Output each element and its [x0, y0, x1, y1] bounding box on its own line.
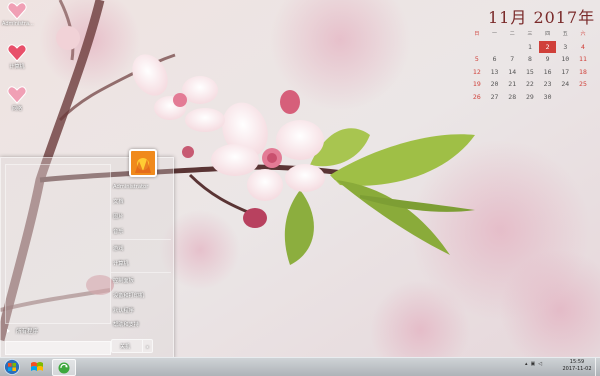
- clock-date: 2017-11-02: [562, 366, 592, 372]
- tray-expand-icon[interactable]: ▴: [525, 361, 528, 367]
- start-item-devices-printers[interactable]: 设备和打印机: [111, 288, 171, 303]
- calendar-day: 15: [525, 67, 534, 76]
- start-item-user[interactable]: Administrator: [111, 180, 171, 195]
- start-item-pictures[interactable]: 图片: [111, 209, 171, 224]
- desktop-icon-label: Administra...: [2, 21, 34, 27]
- desktop-icon-network[interactable]: 网络: [2, 86, 32, 112]
- calendar-day: 18: [579, 67, 587, 76]
- start-menu-divider: [111, 271, 171, 273]
- show-desktop-button[interactable]: [595, 358, 600, 376]
- desktop-icon-label: 计算机: [9, 64, 25, 70]
- taskbar: ▴ ▣ ◁ 15:59 2017-11-02: [0, 357, 600, 376]
- desktop-icon-user-folder[interactable]: Administra...: [2, 2, 34, 27]
- calendar-day: 1: [527, 42, 532, 51]
- calendar-weekday: 六: [580, 31, 586, 37]
- start-item-control-panel[interactable]: 控制面板: [111, 274, 171, 289]
- calendar-day: 28: [508, 92, 517, 101]
- windows-flag-icon: [31, 361, 43, 371]
- start-menu-divider: [111, 239, 171, 241]
- calendar-day: 24: [561, 80, 570, 88]
- calendar-day: 20: [490, 80, 499, 88]
- calendar-day: 11: [579, 55, 587, 63]
- calendar-day: 8: [527, 55, 532, 63]
- desktop-icon-label: 网络: [11, 106, 22, 112]
- calendar-day: 7: [510, 55, 515, 63]
- start-item-default-programs[interactable]: 默认程序: [111, 303, 171, 318]
- calendar-day: 16: [543, 67, 552, 76]
- clock-time: 15:59: [569, 359, 585, 365]
- calendar-day: 19: [472, 80, 481, 88]
- start-menu-places: Administrator 文档 图片 音乐 游戏 计算机 控制面板 设备和打印…: [111, 180, 171, 332]
- calendar-day: 17: [561, 67, 570, 76]
- calendar-day: [556, 91, 574, 104]
- calendar-day-today: 2: [538, 40, 557, 53]
- calendar-day: [503, 41, 521, 54]
- calendar-day: 23: [543, 80, 552, 88]
- all-programs-button[interactable]: 所有程序: [7, 325, 107, 337]
- calendar-week-row: 1 2 3 4: [468, 40, 592, 54]
- calendar-week-row: 12 13 14 15 16 17 18: [468, 66, 592, 79]
- calendar-week-row: 19 20 21 22 23 24 25: [468, 78, 592, 91]
- arrow-right-icon: [7, 329, 10, 333]
- calendar-title: 11月 2017年: [488, 8, 596, 27]
- calendar-weekday: 三: [527, 31, 533, 37]
- windows-logo-icon: [4, 359, 20, 375]
- start-button[interactable]: [1, 358, 23, 376]
- calendar-day: 26: [472, 92, 481, 101]
- calendar-day: 9: [545, 55, 550, 63]
- calendar-weekday-row: 日 一 二 三 四 五 六: [468, 28, 592, 41]
- calendar-weekday: 四: [545, 31, 551, 37]
- start-menu-program-list: [5, 164, 111, 324]
- calendar-day: 27: [490, 92, 499, 101]
- calendar-day: [574, 91, 592, 104]
- calendar-day: [468, 41, 486, 54]
- shutdown-options-button[interactable]: ▸: [142, 340, 152, 352]
- calendar-week-row: 26 27 28 29 30: [468, 91, 592, 104]
- calendar-weekday: 一: [492, 31, 498, 37]
- start-menu: 所有程序 Administrator 文档 图片 音乐 游戏 计算机 控制面板 …: [0, 149, 174, 359]
- taskbar-app-button-active[interactable]: [52, 359, 76, 376]
- calendar-grid: 日 一 二 三 四 五 六 1 2 3 4 5 6 7 8 9 10 11 12…: [468, 28, 592, 103]
- start-search-input[interactable]: [5, 341, 111, 355]
- heart-icon: [7, 44, 27, 62]
- volume-icon[interactable]: ◁: [538, 361, 542, 367]
- start-item-help-support[interactable]: 帮助和支持: [111, 317, 171, 332]
- calendar-day: 25: [579, 80, 587, 88]
- calendar-day: 21: [508, 80, 517, 88]
- calendar-weekday: 二: [509, 31, 515, 37]
- calendar-day: 10: [561, 55, 570, 63]
- start-item-music[interactable]: 音乐: [111, 224, 171, 239]
- calendar-day: 4: [581, 42, 585, 51]
- all-programs-label: 所有程序: [16, 329, 39, 335]
- calendar-day: 22: [525, 80, 534, 88]
- system-tray: ▴ ▣ ◁: [525, 361, 542, 367]
- system-clock[interactable]: 15:59 2017-11-02: [560, 359, 594, 373]
- desktop-icon-computer[interactable]: 计算机: [2, 44, 32, 70]
- calendar-day: 14: [508, 67, 517, 76]
- user-picture[interactable]: [129, 149, 157, 177]
- shutdown-button[interactable]: 关机 ▸: [111, 339, 153, 353]
- start-item-documents[interactable]: 文档: [111, 195, 171, 210]
- calendar-day: 3: [563, 42, 568, 51]
- calendar-weekday: 五: [562, 31, 568, 37]
- start-item-games[interactable]: 游戏: [111, 241, 171, 256]
- taskbar-app-button[interactable]: [26, 359, 48, 374]
- heart-icon: [7, 86, 27, 104]
- network-icon[interactable]: ▣: [531, 361, 536, 367]
- calendar-day: 12: [472, 67, 481, 76]
- calendar-day: [486, 41, 504, 54]
- flower-avatar-icon: [131, 151, 155, 175]
- calendar-week-row: 5 6 7 8 9 10 11: [468, 53, 592, 66]
- start-item-computer[interactable]: 计算机: [111, 256, 171, 271]
- refresh-app-icon: [58, 362, 70, 373]
- shutdown-label: 关机: [120, 343, 131, 350]
- calendar-day: 6: [492, 55, 497, 63]
- calendar-day: 30: [543, 92, 552, 101]
- calendar-day: 29: [525, 92, 534, 101]
- calendar-weekday: 日: [474, 31, 480, 37]
- heart-icon: [7, 2, 27, 20]
- calendar-day: 5: [474, 55, 479, 63]
- calendar-day: 13: [490, 67, 499, 76]
